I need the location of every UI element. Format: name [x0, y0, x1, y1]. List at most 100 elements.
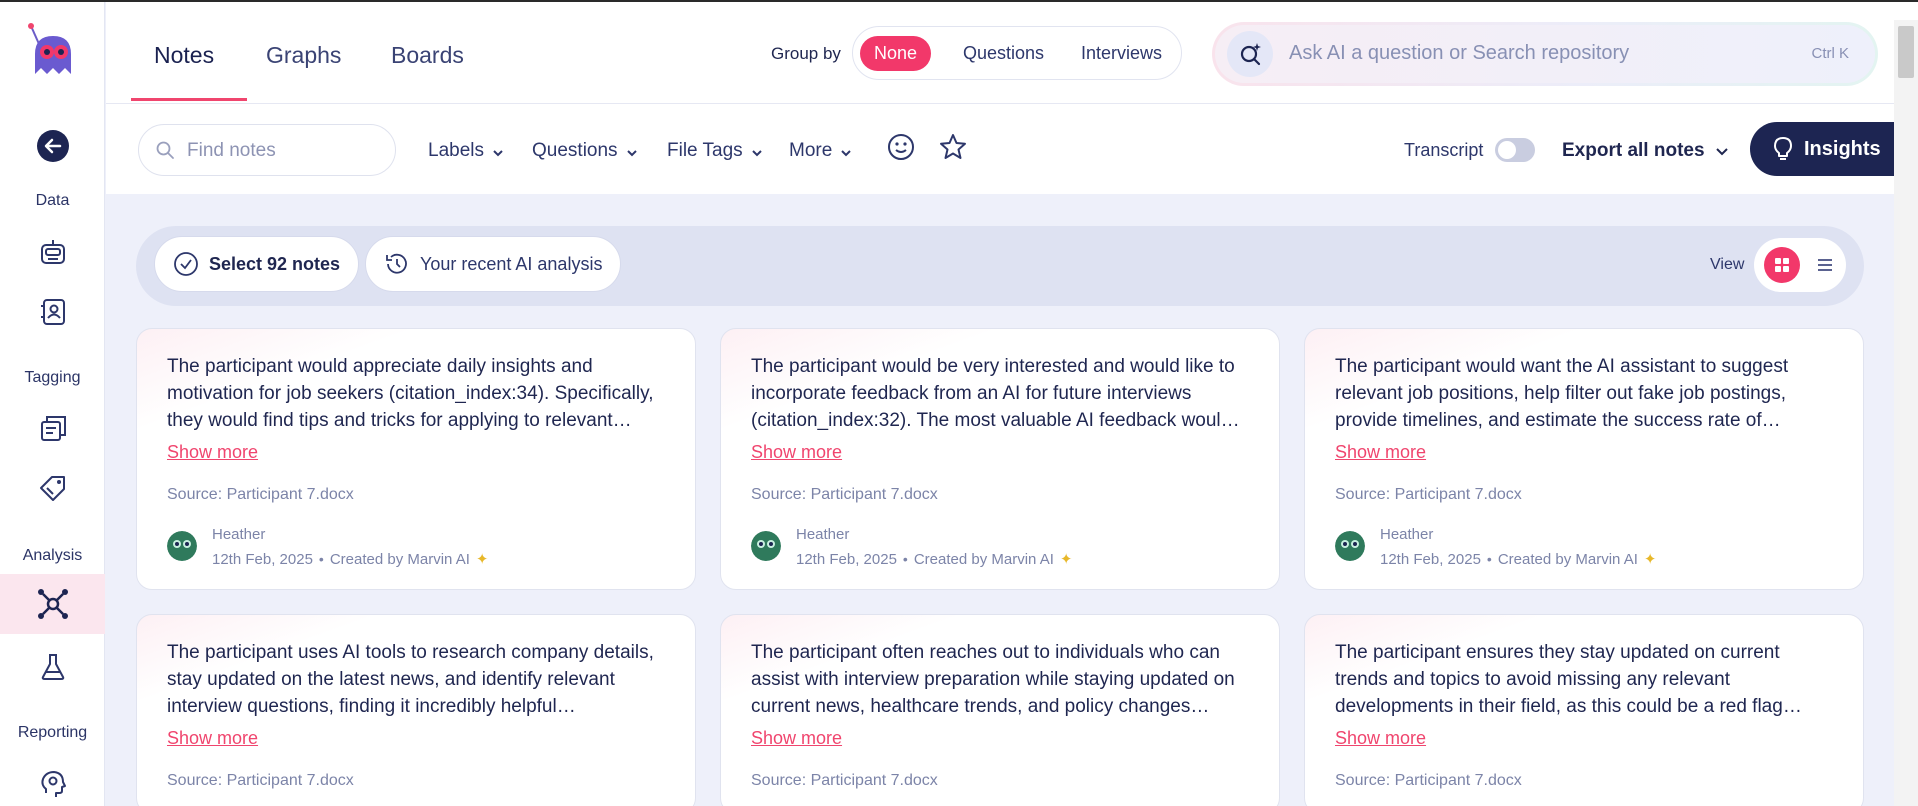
find-notes-placeholder: Find notes	[187, 140, 276, 161]
chevron-down-icon	[1715, 147, 1728, 155]
note-text: The participant would appreciate daily i…	[167, 356, 654, 431]
scrollbar-thumb[interactable]	[1898, 26, 1914, 78]
search-icon	[156, 141, 174, 159]
filter-questions[interactable]: Questions	[532, 140, 638, 162]
sidebar-item-robot[interactable]	[0, 222, 105, 282]
favorites-filter-button[interactable]	[938, 132, 968, 167]
view-label: View	[1710, 256, 1745, 273]
tags-icon	[39, 476, 65, 501]
note-text: The participant would want the AI assist…	[1335, 356, 1789, 431]
separator-dot: •	[1486, 551, 1492, 567]
note-created-by: Created by Marvin AI	[329, 550, 470, 568]
group-by-interviews[interactable]: Interviews	[1067, 36, 1176, 71]
check-circle-icon	[174, 252, 198, 276]
group-by-questions[interactable]: Questions	[949, 36, 1058, 71]
chevron-down-icon	[841, 149, 852, 156]
note-meta: 12th Feb, 2025 • Created by Marvin AI ✦	[212, 550, 488, 569]
show-more-link[interactable]: Show more	[751, 442, 842, 463]
show-more-link[interactable]: Show more	[1335, 442, 1426, 463]
chevron-down-icon	[493, 149, 503, 156]
show-more-link[interactable]: Show more	[1335, 728, 1426, 749]
filter-file-tags-label: File Tags	[667, 140, 743, 161]
separator-dot: •	[902, 551, 908, 567]
analysis-network-icon	[37, 589, 68, 619]
sentiment-filter-button[interactable]	[886, 132, 916, 167]
sidebar-section-analysis: Analysis	[22, 547, 83, 564]
ai-search-bar[interactable]: Ask AI a question or Search repository C…	[1212, 22, 1878, 86]
show-more-link[interactable]: Show more	[751, 728, 842, 749]
recent-ai-analysis-button[interactable]: Your recent AI analysis	[365, 236, 622, 292]
note-card[interactable]: The participant uses AI tools to researc…	[136, 614, 696, 806]
robot-icon	[40, 240, 65, 264]
avatar	[167, 531, 197, 561]
note-text: The participant uses AI tools to researc…	[167, 642, 654, 717]
sparkle-icon: ✦	[1059, 551, 1073, 568]
lightbulb-icon	[1774, 137, 1792, 160]
note-meta: 12th Feb, 2025 • Created by Marvin AI ✦	[796, 550, 1073, 569]
sidebar-item-contacts[interactable]	[0, 282, 105, 342]
tab-notes[interactable]: Notes	[154, 42, 214, 69]
top-header: Notes Graphs Boards Group by None Questi…	[106, 2, 1918, 104]
tab-graphs[interactable]: Graphs	[266, 42, 341, 69]
note-card[interactable]: The participant ensures they stay update…	[1304, 614, 1864, 806]
show-more-link[interactable]: Show more	[167, 728, 258, 749]
sidebar-item-analysis[interactable]	[0, 574, 105, 634]
chevron-down-icon	[751, 149, 762, 156]
ai-search-placeholder: Ask AI a question or Search repository	[1289, 42, 1630, 64]
sparkle-icon: ✦	[1643, 551, 1657, 568]
filter-file-tags[interactable]: File Tags	[667, 140, 763, 162]
note-card[interactable]: The participant would appreciate daily i…	[136, 328, 696, 590]
note-source: Source: Participant 7.docx	[1335, 486, 1522, 503]
insights-button[interactable]: Insights	[1750, 122, 1894, 176]
note-card[interactable]: The participant would be very interested…	[720, 328, 1280, 590]
tab-boards[interactable]: Boards	[391, 42, 464, 69]
export-label: Export all notes	[1562, 140, 1705, 161]
group-by-segmented-control: None Questions Interviews	[852, 26, 1182, 80]
keyboard-shortcut-hint: Ctrl K	[1811, 45, 1850, 62]
note-source: Source: Participant 7.docx	[751, 772, 938, 789]
avatar	[1335, 531, 1365, 561]
sidebar-section-reporting: Reporting	[17, 724, 88, 741]
ai-search-icon	[1227, 31, 1273, 77]
list-icon	[1818, 259, 1832, 271]
note-text: The participant often reaches out to ind…	[751, 642, 1235, 717]
group-by-none[interactable]: None	[860, 36, 932, 71]
note-text: The participant would be very interested…	[751, 356, 1240, 431]
app-logo[interactable]	[27, 22, 75, 78]
select-notes-button[interactable]: Select 92 notes	[154, 236, 360, 292]
filter-more[interactable]: More	[789, 140, 852, 162]
note-author: Heather	[796, 526, 850, 543]
note-source: Source: Participant 7.docx	[751, 486, 938, 503]
select-notes-label: Select 92 notes	[209, 253, 341, 274]
note-text: The participant ensures they stay update…	[1335, 642, 1802, 717]
note-created-by: Created by Marvin AI	[913, 550, 1054, 568]
note-source: Source: Participant 7.docx	[167, 486, 354, 503]
avatar	[751, 531, 781, 561]
note-author: Heather	[212, 526, 266, 543]
selection-bar: Select 92 notes Your recent AI analysis …	[136, 226, 1864, 306]
note-card[interactable]: The participant would want the AI assist…	[1304, 328, 1864, 590]
note-date: 12th Feb, 2025	[1380, 550, 1481, 568]
sidebar-item-reporting[interactable]	[0, 754, 105, 806]
filter-labels-label: Labels	[428, 140, 484, 161]
list-view-button[interactable]	[1810, 247, 1840, 283]
transcript-label: Transcript	[1404, 140, 1484, 160]
grid-view-button[interactable]	[1764, 247, 1800, 283]
back-button[interactable]	[0, 116, 105, 176]
sidebar-item-notes[interactable]	[0, 398, 105, 458]
transcript-toggle[interactable]	[1495, 138, 1535, 162]
note-card[interactable]: The participant often reaches out to ind…	[720, 614, 1280, 806]
sidebar-section-tagging: Tagging	[24, 369, 81, 386]
sidebar-item-lab[interactable]	[0, 637, 105, 697]
find-notes-input[interactable]: Find notes	[138, 124, 396, 176]
page-scrollbar[interactable]	[1894, 20, 1918, 806]
filter-labels[interactable]: Labels	[428, 140, 504, 162]
separator-dot: •	[318, 551, 324, 567]
sidebar-section-data: Data	[35, 192, 70, 209]
sidebar-item-tags[interactable]	[0, 458, 105, 518]
stacked-notes-icon	[40, 416, 66, 441]
show-more-link[interactable]: Show more	[167, 442, 258, 463]
export-notes-dropdown[interactable]: Export all notes	[1562, 140, 1729, 162]
smiley-icon	[888, 134, 914, 160]
note-author: Heather	[1380, 526, 1434, 543]
